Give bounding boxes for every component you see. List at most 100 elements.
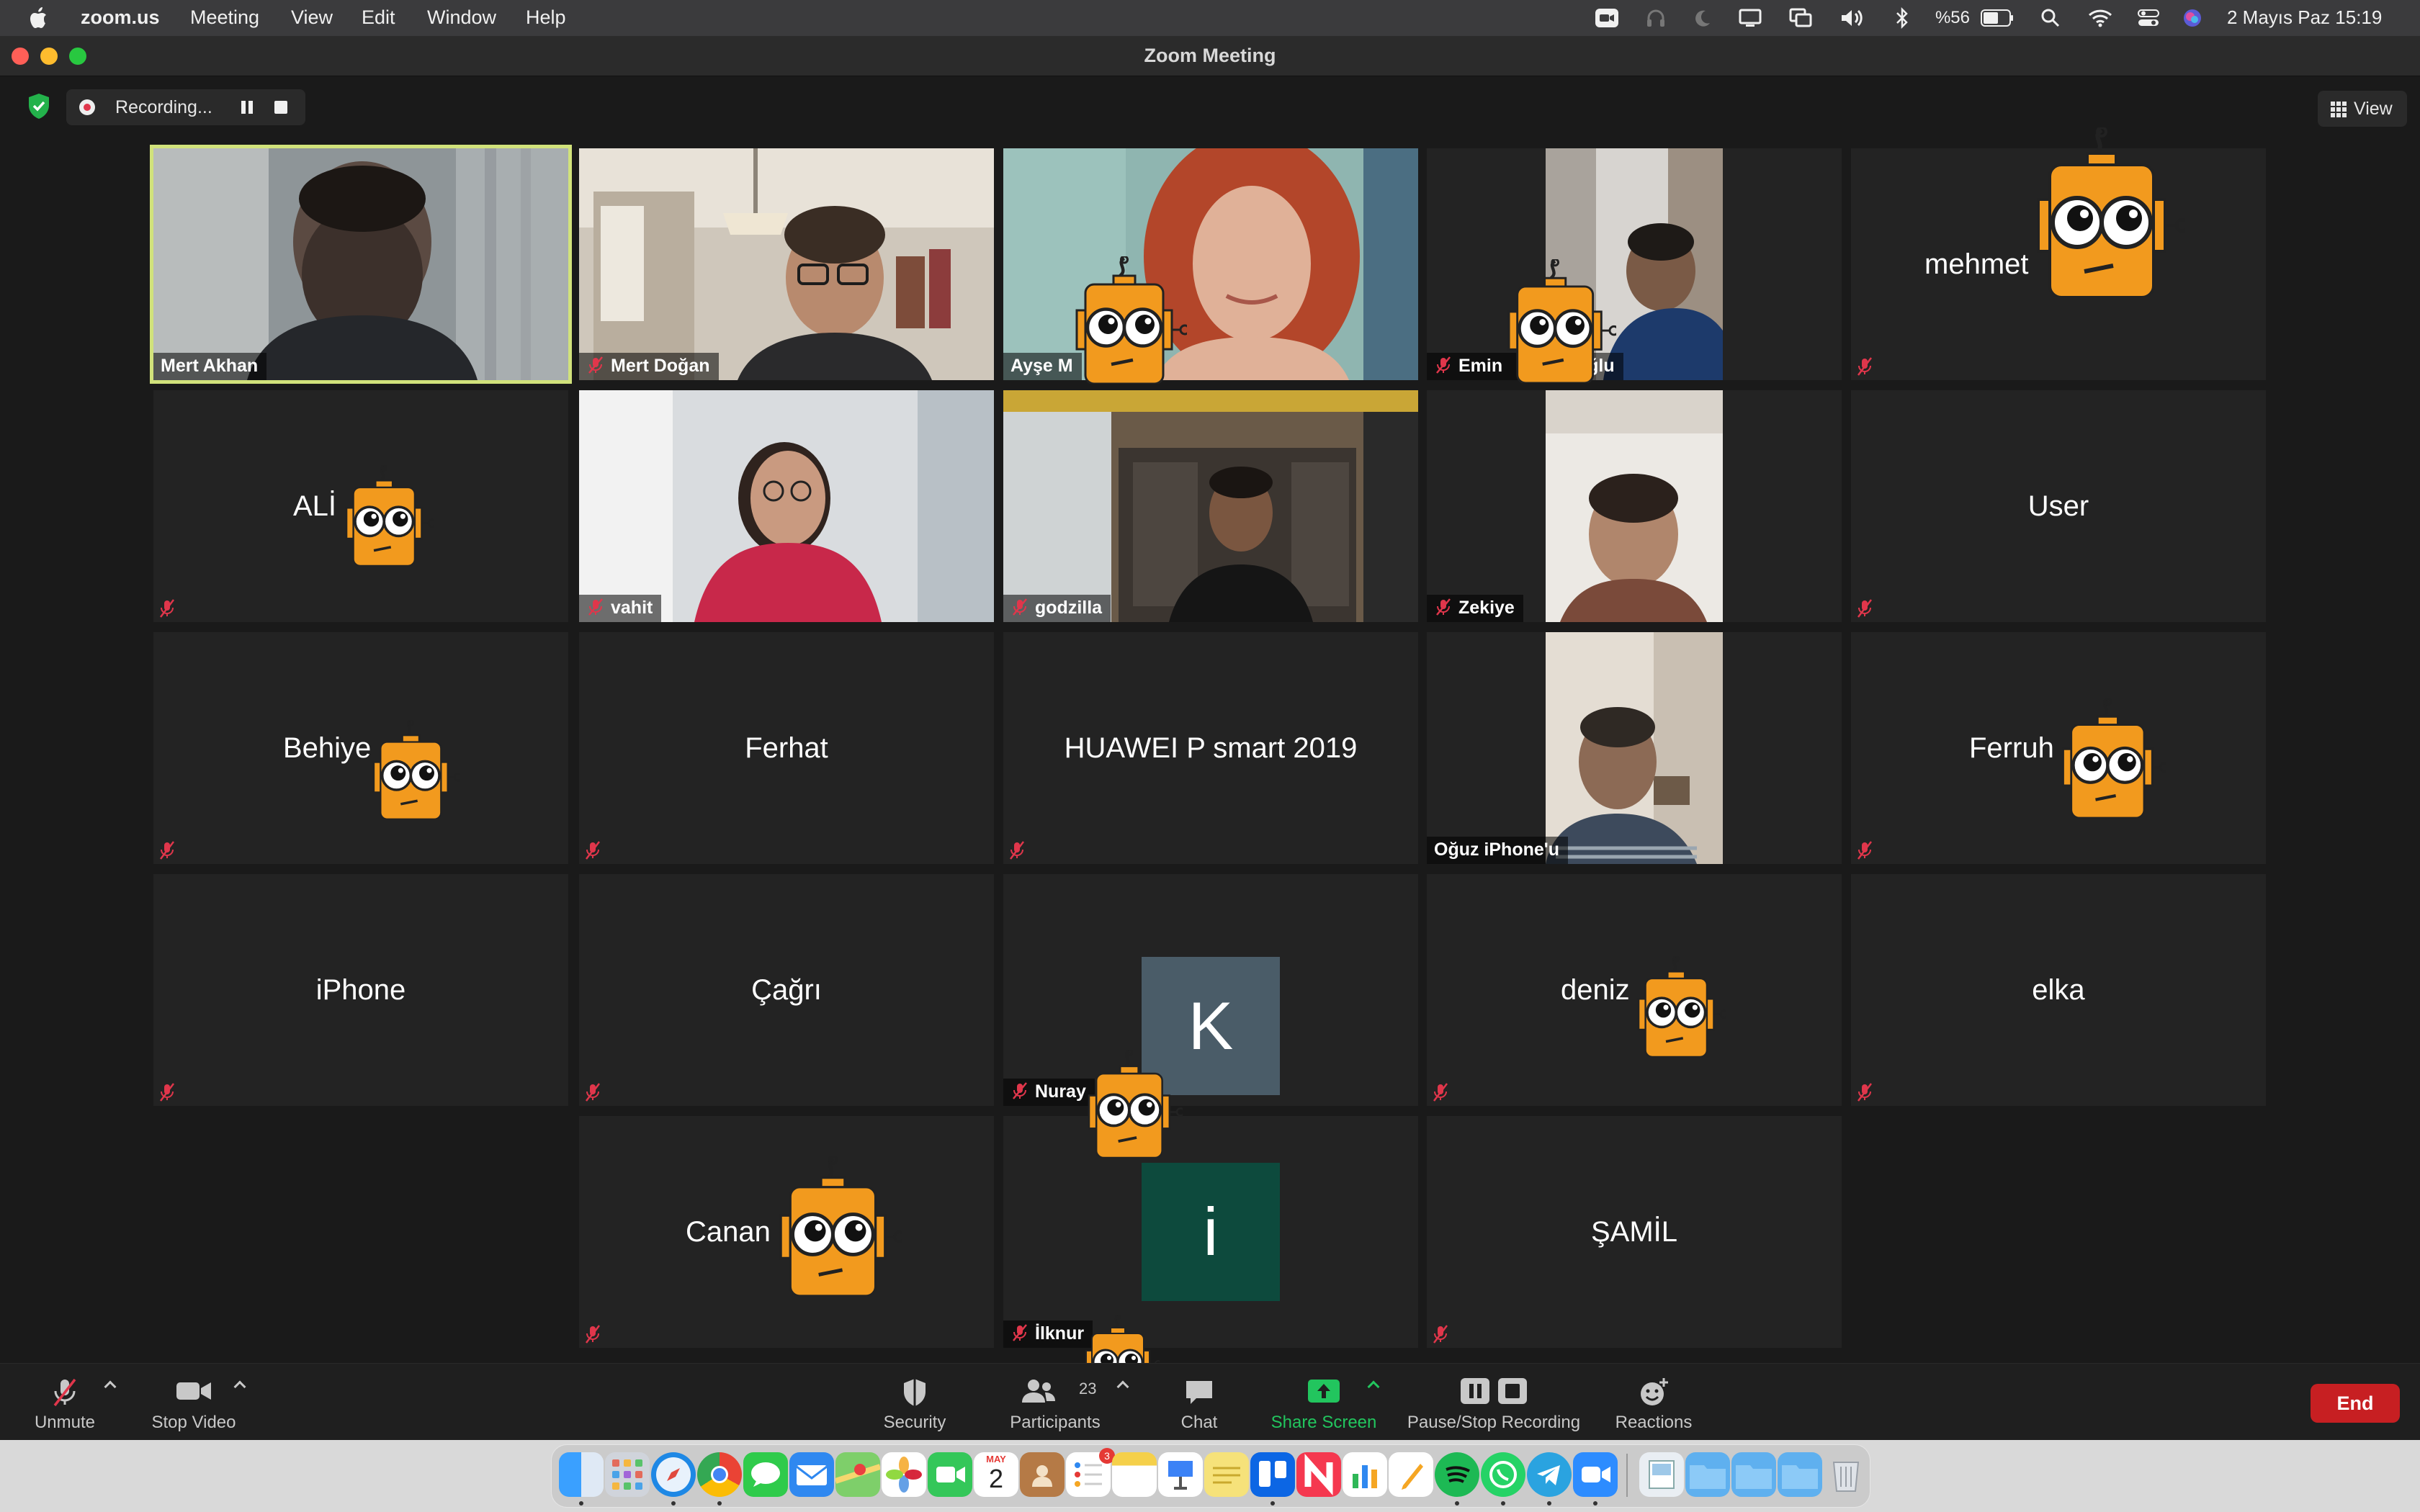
unmute-button[interactable]: Unmute — [22, 1364, 108, 1441]
participant-name-tag: godzilla — [1003, 595, 1111, 622]
participant-tile[interactable]: Çağrı — [579, 874, 994, 1106]
share-screen-label: Share Screen — [1270, 1413, 1377, 1432]
stickies-icon[interactable] — [1204, 1452, 1249, 1497]
trash-icon[interactable] — [1824, 1452, 1868, 1497]
headphones-icon[interactable] — [1644, 6, 1668, 30]
news-icon[interactable] — [1296, 1452, 1341, 1497]
contacts-icon[interactable] — [1020, 1452, 1065, 1497]
whatsapp-icon[interactable] — [1481, 1452, 1525, 1497]
battery-icon[interactable] — [1979, 6, 2015, 30]
muted-mic-icon — [586, 841, 600, 860]
menu-meeting[interactable]: Meeting — [190, 6, 259, 29]
pause-recording-icon[interactable] — [239, 99, 255, 115]
apple-icon[interactable] — [27, 5, 52, 31]
menu-edit[interactable]: Edit — [362, 6, 395, 29]
participant-name-tag: İlknur — [1003, 1320, 1093, 1348]
photos-icon[interactable] — [882, 1452, 926, 1497]
trello-icon[interactable] — [1250, 1452, 1295, 1497]
muted-mic-icon — [160, 599, 174, 618]
participant-tile[interactable]: i İlknur — [1003, 1116, 1418, 1348]
muted-mic-icon — [1436, 356, 1451, 374]
window-titlebar: Zoom Meeting — [0, 36, 2420, 76]
notes-icon[interactable] — [1112, 1452, 1157, 1497]
chat-button[interactable]: Chat — [1163, 1364, 1235, 1441]
zoom-app-icon[interactable] — [1573, 1452, 1618, 1497]
participant-tile[interactable]: godzilla — [1003, 390, 1418, 622]
participant-name: User — [2027, 490, 2089, 522]
clock[interactable]: 2 Mayıs Paz 15:19 — [2227, 6, 2382, 29]
maps-icon[interactable] — [834, 1452, 882, 1497]
running-indicator — [1593, 1501, 1597, 1506]
participant-tile[interactable]: User — [1851, 390, 2266, 622]
reactions-label: Reactions — [1615, 1413, 1693, 1432]
stop-video-button[interactable]: Stop Video — [141, 1364, 246, 1441]
view-button[interactable]: View — [2318, 91, 2407, 127]
reactions-button[interactable]: Reactions — [1603, 1364, 1704, 1441]
security-label: Security — [883, 1413, 946, 1432]
menu-app-name[interactable]: zoom.us — [81, 6, 160, 29]
participant-video — [1003, 390, 1418, 622]
folder-icon[interactable] — [1731, 1452, 1776, 1497]
safari-icon[interactable] — [651, 1452, 696, 1497]
chrome-icon[interactable] — [697, 1452, 742, 1497]
wifi-icon[interactable] — [2087, 6, 2113, 30]
security-button[interactable]: Security — [871, 1364, 958, 1441]
participant-tile[interactable]: Mert Akhan — [150, 145, 572, 384]
control-center-icon[interactable] — [2136, 6, 2161, 30]
folder-icon[interactable] — [1685, 1452, 1730, 1497]
pause-stop-recording-button[interactable]: Pause/Stop Recording — [1400, 1364, 1587, 1441]
launchpad-icon[interactable] — [605, 1452, 650, 1497]
messages-icon[interactable] — [743, 1452, 788, 1497]
zoom-status-icon[interactable] — [1595, 6, 1619, 30]
encryption-shield-icon[interactable] — [26, 92, 52, 121]
siri-icon[interactable] — [2181, 6, 2204, 30]
menu-window[interactable]: Window — [427, 6, 496, 29]
unmute-label: Unmute — [34, 1413, 96, 1432]
participant-video — [153, 148, 568, 380]
participants-button[interactable]: 23 Participants — [1001, 1364, 1109, 1441]
numbers-icon[interactable] — [1343, 1452, 1387, 1497]
menu-help[interactable]: Help — [526, 6, 566, 29]
menu-view[interactable]: View — [291, 6, 333, 29]
participant-tile[interactable]: Zekiye — [1427, 390, 1842, 622]
finder-icon[interactable] — [559, 1452, 604, 1497]
screen-mirror-icon[interactable] — [1788, 6, 1814, 30]
volume-icon[interactable] — [1839, 6, 1867, 30]
facetime-icon[interactable] — [928, 1452, 972, 1497]
moon-icon[interactable] — [1691, 6, 1713, 30]
mail-icon[interactable] — [789, 1452, 834, 1497]
pages-icon[interactable] — [1389, 1452, 1433, 1497]
participant-tile[interactable]: iPhone — [153, 874, 568, 1106]
participant-tile[interactable]: Ferhat — [579, 632, 994, 864]
bluetooth-icon[interactable] — [1893, 6, 1912, 30]
participant-tile[interactable]: Behiye — [153, 632, 568, 864]
participant-tile[interactable]: vahit — [579, 390, 994, 622]
folder-icon[interactable] — [1778, 1452, 1822, 1497]
participant-tile[interactable]: K Nuray — [1003, 874, 1418, 1106]
participant-tile[interactable]: elka — [1851, 874, 2266, 1106]
participant-tile[interactable]: Oğuz iPhone'u — [1427, 632, 1842, 864]
search-icon[interactable] — [2040, 6, 2061, 30]
telegram-icon[interactable] — [1527, 1452, 1572, 1497]
security-shield-icon — [904, 1379, 926, 1406]
participant-tile[interactable]: HUAWEI P smart 2019 — [1003, 632, 1418, 864]
participant-tile[interactable]: ŞAMİL — [1427, 1116, 1842, 1348]
battery-percentage[interactable]: %56 — [1935, 6, 1971, 30]
reminders-icon[interactable]: 3 — [1066, 1448, 1115, 1497]
participant-name: Mert Doğan — [611, 356, 710, 376]
stop-recording-icon[interactable] — [274, 101, 287, 114]
participant-tile[interactable]: Mert Doğan — [579, 148, 994, 380]
keynote-icon[interactable] — [1158, 1452, 1203, 1497]
calendar-day: 2 — [988, 1464, 1004, 1493]
participant-tile[interactable]: Ayşe M — [1003, 148, 1418, 380]
calendar-icon[interactable]: MAY 2 — [974, 1452, 1018, 1497]
display-icon[interactable] — [1737, 6, 1763, 30]
preview-icon[interactable] — [1639, 1452, 1684, 1497]
participant-tile[interactable]: Emin ğlu — [1427, 148, 1842, 380]
participants-options-chevron-icon[interactable] — [1116, 1380, 1129, 1393]
participant-name: Ferhat — [745, 732, 828, 764]
recording-indicator[interactable]: Recording... — [66, 89, 305, 125]
spotify-icon[interactable] — [1435, 1452, 1479, 1497]
share-screen-button[interactable]: Share Screen — [1264, 1364, 1384, 1441]
end-meeting-button[interactable]: End — [2311, 1384, 2400, 1423]
